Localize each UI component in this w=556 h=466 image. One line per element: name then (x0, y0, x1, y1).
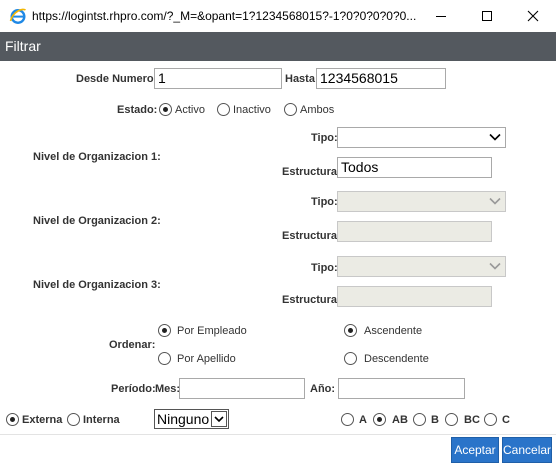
nivel-2-estructura-label: Estructura: (282, 230, 341, 242)
hasta-label: Hasta (285, 73, 315, 85)
ninguno-select[interactable]: Ninguno (154, 409, 229, 429)
chevron-down-icon (211, 411, 227, 427)
nivel-2-tipo-label: Tipo: (311, 196, 338, 208)
hasta-numero-input[interactable]: 1234568015 (316, 68, 446, 89)
clase-bc-radio[interactable] (445, 413, 458, 426)
clase-a-radio[interactable] (341, 413, 354, 426)
nivel-3-tipo-select[interactable] (337, 256, 506, 277)
ordenar-empleado-label: Por Empleado (177, 325, 247, 337)
clase-b-radio[interactable] (413, 413, 426, 426)
nivel-2-label: Nivel de Organizacion 2: (33, 215, 161, 227)
ordenar-empleado-radio[interactable] (158, 324, 171, 337)
chevron-down-icon (489, 262, 501, 270)
estado-activo-radio[interactable] (159, 103, 172, 116)
nivel-1-estructura-input[interactable]: Todos (337, 157, 492, 178)
window-title: https://logintst.rhpro.com/?_M=&opant=1?… (32, 9, 417, 23)
nivel-1-estructura-label: Estructura: (282, 166, 341, 178)
nivel-1-tipo-select[interactable] (337, 127, 506, 148)
maximize-icon (482, 11, 492, 21)
ascendente-radio[interactable] (344, 324, 357, 337)
internet-explorer-icon (9, 7, 27, 25)
nivel-2-tipo-select[interactable] (337, 191, 506, 212)
chevron-down-icon (489, 133, 501, 141)
periodo-label: Período: (111, 383, 156, 395)
nivel-1-label: Nivel de Organizacion 1: (33, 151, 161, 163)
estado-ambos-radio[interactable] (284, 103, 297, 116)
clase-c-radio[interactable] (484, 413, 497, 426)
descendente-radio[interactable] (344, 352, 357, 365)
window-titlebar: https://logintst.rhpro.com/?_M=&opant=1?… (0, 0, 556, 32)
aceptar-button[interactable]: Aceptar (451, 437, 499, 463)
estado-inactivo-label: Inactivo (233, 104, 271, 116)
close-icon (527, 10, 539, 22)
estado-inactivo-radio[interactable] (217, 103, 230, 116)
minimize-icon (436, 16, 446, 17)
externa-label: Externa (22, 414, 63, 426)
anio-label: Año: (310, 383, 336, 395)
interna-label: Interna (83, 414, 120, 426)
nivel-3-tipo-label: Tipo: (311, 262, 338, 274)
nivel-3-estructura-label: Estructura: (282, 294, 341, 306)
ordenar-apellido-label: Por Apellido (177, 353, 236, 365)
anio-input[interactable] (338, 378, 465, 399)
desde-label: Desde Numero: (76, 73, 158, 85)
ordenar-label: Ordenar: (109, 339, 156, 351)
estado-ambos-label: Ambos (300, 104, 335, 116)
nivel-2-estructura-input[interactable] (337, 221, 492, 242)
estado-label: Estado: (117, 104, 158, 116)
clase-b-label: B (431, 414, 439, 426)
nivel-3-label: Nivel de Organizacion 3: (33, 279, 161, 291)
descendente-label: Descendente (364, 353, 429, 365)
cancelar-button[interactable]: Cancelar (502, 437, 552, 463)
ascendente-label: Ascendente (364, 325, 423, 337)
estado-activo-label: Activo (175, 104, 205, 116)
footer-divider (0, 434, 556, 435)
clase-a-label: A (359, 414, 367, 426)
mes-input[interactable] (179, 378, 305, 399)
chevron-down-icon (489, 197, 501, 205)
dialog-header: Filtrar (0, 32, 556, 61)
mes-label: Mes: (155, 383, 181, 395)
nivel-1-tipo-label: Tipo: (311, 132, 338, 144)
close-window-button[interactable] (510, 0, 556, 32)
clase-c-label: C (502, 414, 510, 426)
maximize-button[interactable] (464, 0, 510, 32)
clase-bc-label: BC (464, 414, 480, 426)
clase-ab-radio[interactable] (373, 413, 386, 426)
desde-numero-input[interactable]: 1 (154, 68, 282, 89)
ninguno-select-value: Ninguno (157, 411, 210, 427)
interna-radio[interactable] (67, 413, 80, 426)
minimize-button[interactable] (418, 0, 464, 32)
nivel-3-estructura-input[interactable] (337, 286, 492, 307)
clase-ab-label: AB (392, 414, 408, 426)
ordenar-apellido-radio[interactable] (158, 352, 171, 365)
externa-radio[interactable] (6, 413, 19, 426)
